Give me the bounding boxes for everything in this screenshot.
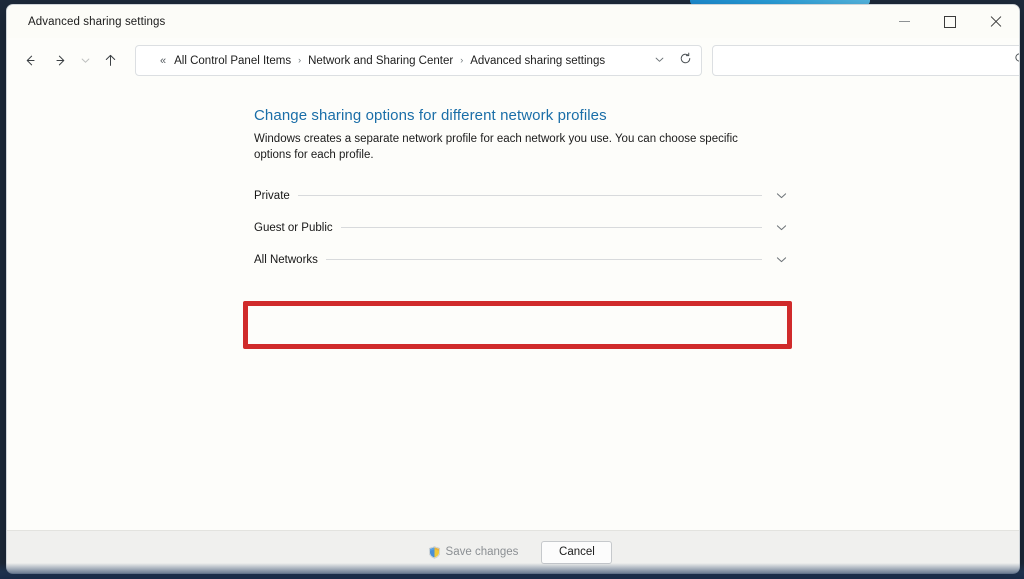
breadcrumb-item-network-and-sharing-center[interactable]: Network and Sharing Center bbox=[307, 53, 454, 69]
refresh-icon bbox=[679, 52, 692, 70]
chevron-down-icon[interactable] bbox=[762, 189, 794, 202]
desktop-backdrop: Advanced sharing settings bbox=[0, 0, 1024, 579]
profile-section-guest-or-public[interactable]: Guest or Public bbox=[254, 216, 794, 239]
profile-label: Private bbox=[254, 190, 298, 202]
save-changes-label: Save changes bbox=[446, 546, 519, 558]
breadcrumb: « All Control Panel Items › Network and … bbox=[136, 53, 646, 69]
settings-page: Change sharing options for different net… bbox=[254, 107, 794, 280]
arrow-up-icon bbox=[103, 53, 118, 68]
chevron-down-icon bbox=[80, 55, 91, 66]
breadcrumb-separator-icon[interactable]: › bbox=[460, 56, 463, 65]
recent-locations-button[interactable] bbox=[75, 46, 95, 76]
window-title: Advanced sharing settings bbox=[7, 16, 165, 28]
page-description: Windows creates a separate network profi… bbox=[254, 132, 766, 163]
maximize-button[interactable] bbox=[927, 5, 973, 38]
profile-label: All Networks bbox=[254, 254, 326, 266]
search-box[interactable] bbox=[712, 45, 1020, 76]
minimize-icon bbox=[899, 21, 910, 22]
close-icon bbox=[990, 16, 1002, 28]
chevron-down-icon bbox=[654, 52, 665, 70]
breadcrumb-item-all-control-panel-items[interactable]: All Control Panel Items bbox=[173, 53, 292, 69]
maximize-icon bbox=[944, 16, 956, 28]
cancel-button[interactable]: Cancel bbox=[541, 541, 612, 564]
search-icon[interactable] bbox=[1014, 52, 1020, 70]
chevron-down-icon[interactable] bbox=[762, 253, 794, 266]
profile-divider bbox=[298, 195, 762, 196]
refresh-button[interactable] bbox=[672, 48, 698, 73]
address-bar[interactable]: « All Control Panel Items › Network and … bbox=[135, 45, 702, 76]
network-profile-list: Private Guest or Public bbox=[254, 184, 794, 271]
breadcrumb-item-advanced-sharing-settings[interactable]: Advanced sharing settings bbox=[469, 53, 606, 69]
caption-button-group bbox=[881, 5, 1019, 38]
content-area: Change sharing options for different net… bbox=[7, 83, 1019, 530]
previous-locations-button[interactable] bbox=[646, 48, 672, 73]
title-bar[interactable]: Advanced sharing settings bbox=[7, 5, 1019, 38]
close-button[interactable] bbox=[973, 5, 1019, 38]
up-button[interactable] bbox=[95, 46, 125, 76]
back-button[interactable] bbox=[15, 46, 45, 76]
desktop-bottom-glow bbox=[0, 563, 1024, 579]
breadcrumb-separator-icon[interactable]: › bbox=[298, 56, 301, 65]
breadcrumb-overflow-icon[interactable]: « bbox=[160, 55, 165, 67]
profile-divider bbox=[326, 259, 762, 260]
arrow-right-icon bbox=[53, 53, 68, 68]
profile-section-all-networks[interactable]: All Networks bbox=[254, 248, 794, 271]
navigation-bar: « All Control Panel Items › Network and … bbox=[7, 38, 1019, 83]
search-input[interactable] bbox=[722, 54, 1014, 68]
chevron-down-icon[interactable] bbox=[762, 221, 794, 234]
cancel-label: Cancel bbox=[559, 546, 595, 558]
profile-label: Guest or Public bbox=[254, 222, 341, 234]
save-changes-button[interactable]: Save changes bbox=[414, 541, 533, 564]
arrow-left-icon bbox=[23, 53, 38, 68]
uac-shield-icon bbox=[428, 546, 441, 559]
forward-button[interactable] bbox=[45, 46, 75, 76]
profile-divider bbox=[341, 227, 762, 228]
profile-section-private[interactable]: Private bbox=[254, 184, 794, 207]
annotation-highlight-all-networks bbox=[243, 301, 792, 349]
advanced-sharing-settings-window: Advanced sharing settings bbox=[6, 4, 1020, 574]
page-title: Change sharing options for different net… bbox=[254, 107, 794, 124]
minimize-button[interactable] bbox=[881, 5, 927, 38]
